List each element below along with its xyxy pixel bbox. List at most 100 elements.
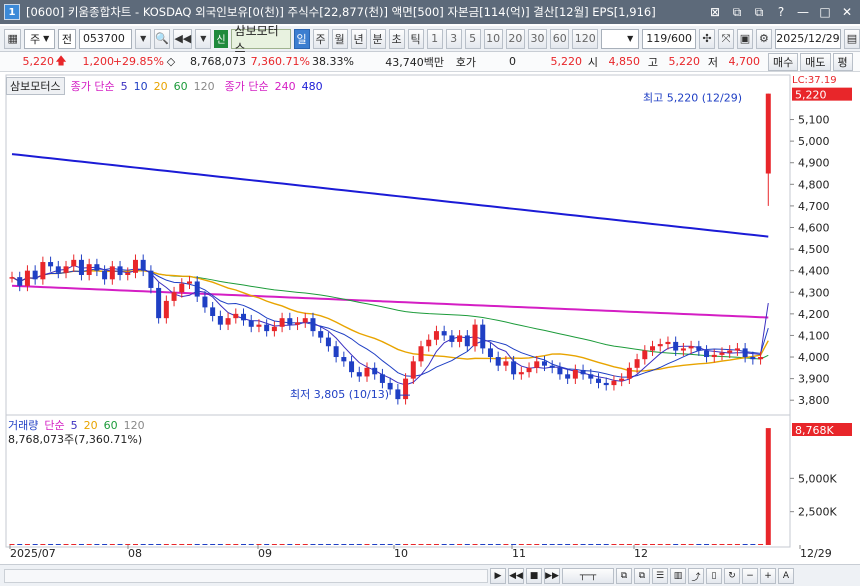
volume-bar [194, 544, 200, 545]
volume-bar [449, 544, 455, 545]
period-day-button[interactable]: 일 [293, 28, 310, 49]
date-input[interactable]: 2025/12/29 [774, 28, 841, 49]
interval-custom-select[interactable]: ▼ [601, 28, 640, 49]
candle-body [557, 367, 563, 375]
settings-grid-icon[interactable]: ▦ [4, 28, 22, 49]
period-second-button[interactable]: 초 [388, 28, 405, 49]
font-size-icon[interactable]: A [778, 568, 794, 584]
volume-bar [202, 544, 208, 545]
quote-bar: 5,220 🡅 1,200 +29.85% ◇ 8,768,073 7,360.… [0, 52, 860, 72]
gear-icon[interactable]: ⚙ [755, 28, 772, 49]
help-icon[interactable]: ? [772, 3, 790, 21]
current-pct-tag: 29.85% [795, 103, 833, 114]
volume-bar [719, 544, 725, 545]
market-select[interactable]: 주 ▼ [24, 28, 55, 49]
bar-icon[interactable]: ▥ [670, 568, 686, 584]
interval-10-button[interactable]: 10 [483, 28, 503, 49]
interval-3-button[interactable]: 3 [445, 28, 462, 49]
volume-bar [379, 544, 385, 545]
interval-20-button[interactable]: 20 [505, 28, 525, 49]
pin-icon[interactable]: ◇ [164, 55, 178, 68]
calendar-icon[interactable]: ▤ [843, 28, 860, 49]
link-icon[interactable]: ⧉ [728, 3, 746, 21]
candle-body [549, 365, 555, 368]
reload-icon[interactable]: ↻ [724, 568, 740, 584]
candle-body [472, 324, 478, 347]
candle-body [248, 320, 254, 327]
close-icon[interactable]: ✕ [838, 3, 856, 21]
candle-body [480, 324, 486, 349]
copy-icon[interactable]: ⧉ [750, 3, 768, 21]
stock-name: 삼보모터스 [230, 24, 291, 55]
candle-body [32, 270, 38, 280]
volume-bar [387, 544, 393, 545]
period-week-button[interactable]: 주 [312, 28, 329, 49]
candle-body [511, 361, 517, 375]
split-icon[interactable]: ⧉ [634, 568, 650, 584]
candle-body [734, 348, 740, 351]
volume-bar [63, 544, 69, 545]
stop-icon[interactable]: ■ [526, 568, 542, 584]
volume-bar [696, 544, 702, 545]
maximize-icon[interactable]: □ [816, 3, 834, 21]
candle-body [225, 318, 231, 325]
interval-30-button[interactable]: 30 [527, 28, 548, 49]
volume-bar [163, 544, 169, 545]
stock-code-input[interactable]: 053700 [78, 28, 133, 49]
minimize-icon[interactable]: — [794, 3, 812, 21]
rewind-icon[interactable]: ◀◀ [508, 568, 524, 584]
sell-button[interactable]: 매도 [800, 52, 831, 71]
forward-icon[interactable]: ▶▶ [544, 568, 560, 584]
flat-button[interactable]: 평 [832, 52, 853, 71]
list-icon[interactable]: ☰ [652, 568, 668, 584]
buy-button[interactable]: 매수 [768, 52, 799, 71]
speaker-icon[interactable]: ◀◀ [173, 28, 193, 49]
candle-body [148, 270, 154, 288]
volume-bar [171, 544, 177, 545]
playback-controls: ▶ ◀◀ ■ ▶▶ ┬─┬ ⧉ ⧉ ☰ ▥ ⤴ ▯ ↻ − + A [490, 568, 794, 584]
chart-svg[interactable]: 5,100 5,000 4,900 4,800 4,700 4,600 4,500 4,400… [0, 73, 860, 564]
crosshair-icon[interactable]: ✣ [698, 28, 715, 49]
interval-120-button[interactable]: 120 [572, 28, 599, 49]
save-icon[interactable]: ▣ [736, 28, 753, 49]
candle-icon[interactable]: ▯ [706, 568, 722, 584]
candle-body [78, 259, 84, 275]
search-icon[interactable]: 🔍 [154, 28, 171, 49]
volume-bar [32, 544, 38, 545]
candle-body [619, 378, 625, 381]
zoom-in-icon[interactable]: + [760, 568, 776, 584]
chart-area[interactable]: 5,100 5,000 4,900 4,800 4,700 4,600 4,500 4,400… [0, 73, 860, 564]
prev-button[interactable]: 전 [57, 28, 76, 49]
period-year-button[interactable]: 년 [350, 28, 367, 49]
interval-1-button[interactable]: 1 [426, 28, 443, 49]
period-tick-button[interactable]: 틱 [407, 28, 424, 49]
zoom-slider-icon[interactable]: ┬─┬ [562, 568, 614, 584]
line-icon[interactable]: ⤴ [688, 568, 704, 584]
zoom-out-icon[interactable]: − [742, 568, 758, 584]
volume-bar [9, 544, 15, 545]
price-tick-label: 4,100 [798, 329, 830, 342]
candle-body [125, 272, 131, 275]
data-count-field[interactable]: 119/600 [642, 28, 696, 49]
ma480-legend: 480 [301, 79, 323, 93]
candle-body [565, 374, 571, 379]
dock-icon[interactable]: ⊠ [706, 3, 724, 21]
interval-5-button[interactable]: 5 [464, 28, 481, 49]
compare-icon[interactable]: ⤧ [717, 28, 734, 49]
copy-chart-icon[interactable]: ⧉ [616, 568, 632, 584]
menu-dropdown-icon[interactable]: ▼ [195, 28, 212, 49]
candle-body [603, 382, 609, 386]
volume-bar [403, 544, 409, 545]
volume-bar [264, 544, 270, 545]
code-dropdown-button[interactable]: ▼ [135, 28, 152, 49]
period-minute-button[interactable]: 분 [369, 28, 386, 49]
candle-body [711, 354, 717, 358]
candle-body [241, 313, 247, 321]
volume-bar [271, 544, 277, 545]
scroll-right-icon[interactable]: ▶ [490, 568, 506, 584]
interval-60-button[interactable]: 60 [550, 28, 570, 49]
period-month-button[interactable]: 월 [331, 28, 348, 49]
candle-body [379, 374, 385, 383]
chevron-down-icon: ▼ [627, 34, 634, 43]
chart-scrollbar[interactable] [4, 569, 488, 583]
